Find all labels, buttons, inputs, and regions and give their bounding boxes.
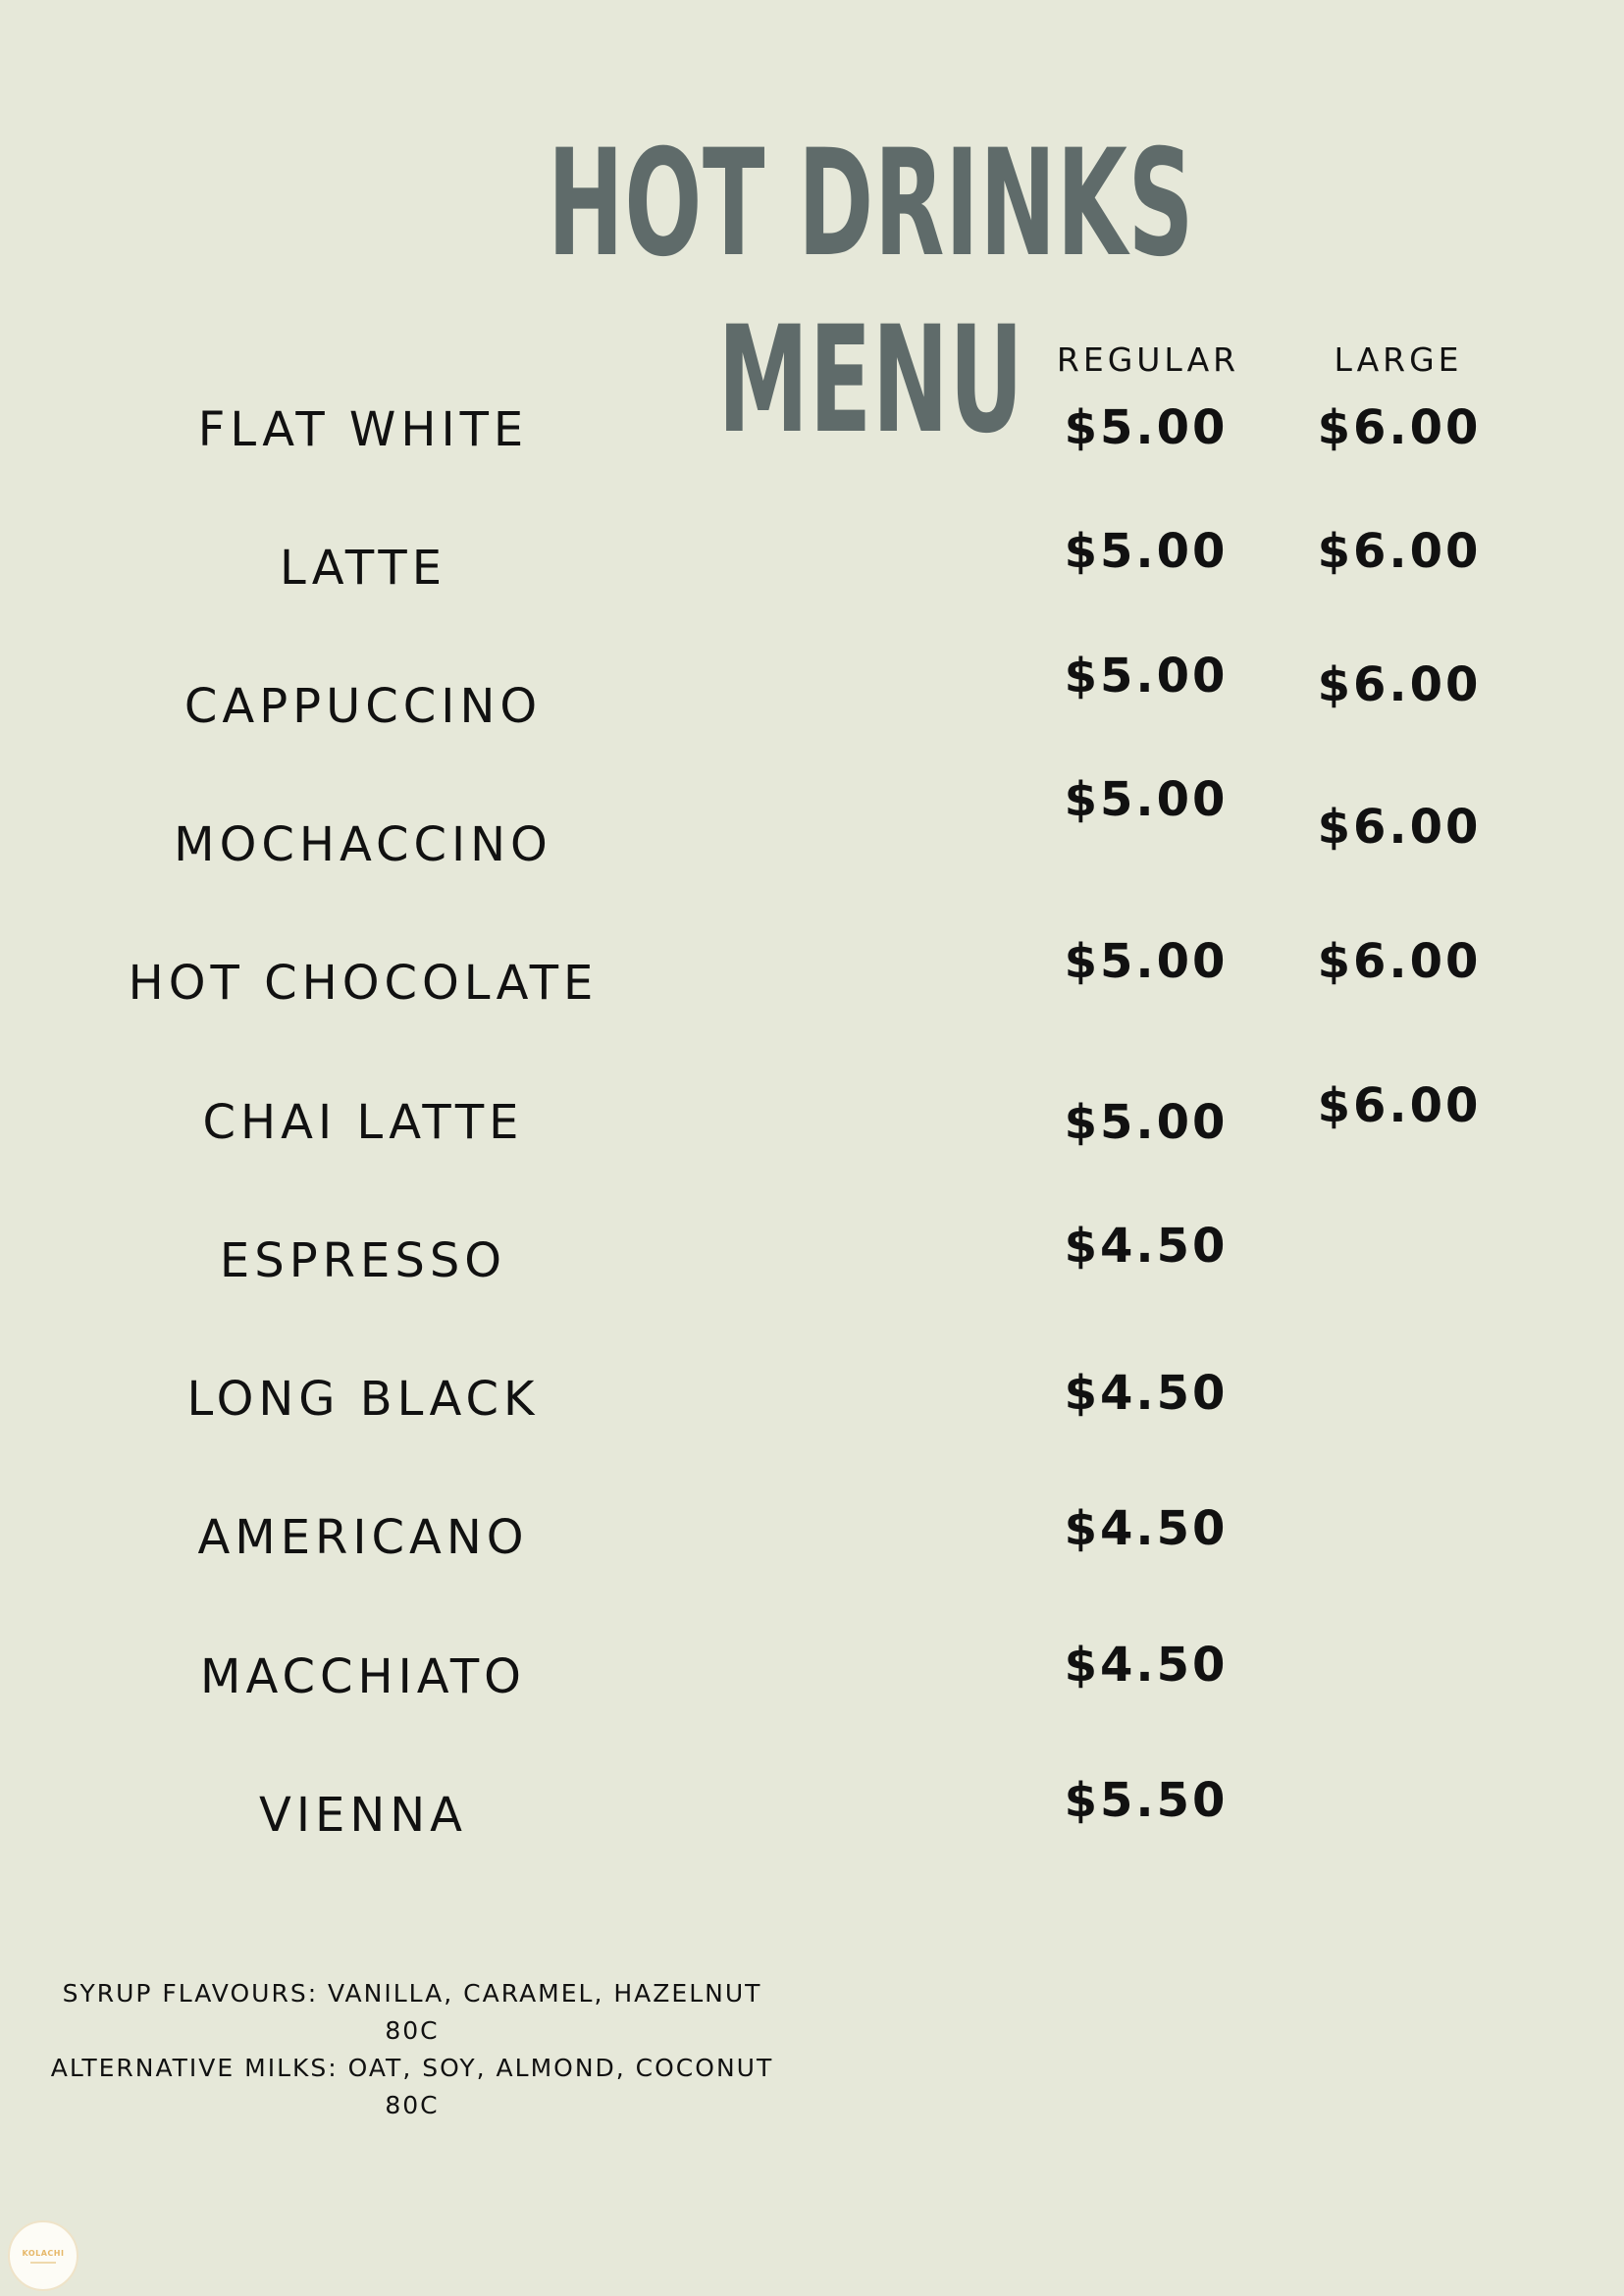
- price-regular-flat-white: $5.00: [1064, 400, 1229, 455]
- item-name-macchiato: MACCHIATO: [200, 1649, 526, 1704]
- price-large-flat-white: $6.00: [1317, 400, 1482, 455]
- price-large-mochaccino: $6.00: [1317, 800, 1482, 855]
- item-name-hot-chocolate: HOT CHOCOLATE: [128, 956, 599, 1011]
- logo-text: KOLACHI: [22, 2248, 65, 2258]
- item-name-mochaccino: MOCHACCINO: [174, 817, 552, 872]
- price-large-hot-chocolate: $6.00: [1317, 934, 1482, 989]
- price-regular-chai-latte: $5.00: [1064, 1095, 1229, 1150]
- price-regular-americano: $4.50: [1064, 1501, 1229, 1556]
- alternative-milks-line: ALTERNATIVE MILKS: OAT, SOY, ALMOND, COC…: [50, 2054, 774, 2082]
- milk-price: 80C: [385, 2091, 440, 2119]
- price-regular-cappuccino: $5.00: [1064, 649, 1229, 704]
- footer-notes: SYRUP FLAVOURS: VANILLA, CARAMEL, HAZELN…: [39, 1975, 785, 2124]
- item-name-chai-latte: CHAI LATTE: [202, 1095, 524, 1150]
- item-name-vienna: VIENNA: [259, 1788, 467, 1843]
- column-header-large: LARGE: [1334, 340, 1463, 379]
- price-regular-mochaccino: $5.00: [1064, 772, 1229, 827]
- item-name-cappuccino: CAPPUCCINO: [183, 679, 543, 734]
- price-regular-vienna: $5.50: [1064, 1773, 1229, 1828]
- kolachi-logo: KOLACHI: [8, 2220, 79, 2291]
- price-regular-long-black: $4.50: [1064, 1366, 1229, 1421]
- price-large-cappuccino: $6.00: [1317, 657, 1482, 712]
- item-name-long-black: LONG BLACK: [186, 1372, 540, 1427]
- price-large-latte: $6.00: [1317, 524, 1482, 579]
- price-regular-macchiato: $4.50: [1064, 1638, 1229, 1693]
- column-header-regular: REGULAR: [1056, 340, 1240, 379]
- item-name-espresso: ESPRESSO: [219, 1233, 507, 1288]
- item-name-americano: AMERICANO: [197, 1510, 529, 1565]
- item-name-flat-white: FLAT WHITE: [197, 402, 529, 457]
- logo-underline: [30, 2261, 56, 2264]
- price-large-chai-latte: $6.00: [1317, 1078, 1482, 1133]
- price-regular-espresso: $4.50: [1064, 1219, 1229, 1274]
- item-name-latte: LATTE: [279, 541, 447, 596]
- syrup-price: 80C: [385, 2016, 440, 2045]
- syrup-flavours-line: SYRUP FLAVOURS: VANILLA, CARAMEL, HAZELN…: [62, 1979, 762, 2008]
- price-regular-latte: $5.00: [1064, 524, 1229, 579]
- price-regular-hot-chocolate: $5.00: [1064, 934, 1229, 989]
